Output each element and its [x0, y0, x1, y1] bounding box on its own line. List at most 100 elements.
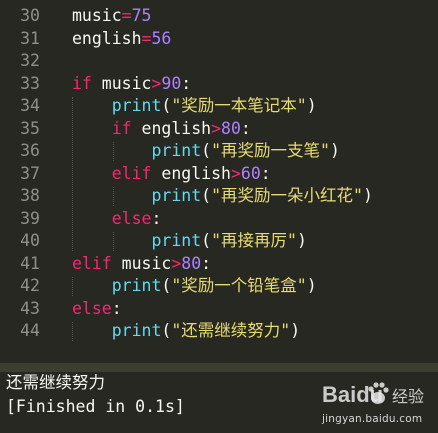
code-token: :: [111, 298, 122, 318]
line-number: 40: [20, 231, 40, 250]
code-token: "奖励一个铅笔盒": [171, 276, 307, 295]
code-text: if music>90:: [72, 73, 191, 95]
code-token: else: [111, 208, 152, 228]
line-number: 34: [20, 96, 40, 115]
code-line[interactable]: 31 english=56: [0, 28, 438, 50]
indent-guide: [72, 322, 73, 341]
code-line[interactable]: 33 if music>90:: [0, 73, 438, 95]
code-token: "再奖励一支笔": [211, 141, 330, 160]
code-text: elif english>60:: [72, 163, 271, 185]
code-token: 90: [161, 73, 182, 93]
watermark-label-text: 经验: [392, 387, 424, 406]
code-line[interactable]: 37 elif english>60:: [0, 163, 438, 185]
code-text: print("还需继续努力"): [72, 320, 300, 342]
code-line[interactable]: 38 print("再奖励一朵小红花"): [0, 185, 438, 207]
code-token: (: [201, 186, 212, 205]
line-number: 41: [20, 253, 40, 273]
code-text: print("奖励一个铅笔盒"): [72, 275, 317, 297]
code-line[interactable]: 41 elif music>80:: [0, 253, 438, 275]
code-token: (: [201, 231, 212, 250]
watermark-url: jingyan.baidu.com: [322, 413, 423, 425]
code-token: >: [211, 118, 222, 138]
code-line[interactable]: 39 else:: [0, 208, 438, 230]
baidu-logo-icon: Baidu 经验: [322, 382, 424, 407]
code-token: music: [111, 253, 172, 273]
code-token: 56: [151, 28, 172, 48]
code-editor[interactable]: 30 music=75 31 english=56 32 33 if music>90: 34…: [0, 0, 438, 363]
line-number: 33: [20, 73, 40, 93]
indent-guide: [72, 97, 73, 251]
code-line[interactable]: 36 print("再奖励一支笔"): [0, 140, 438, 162]
code-token: "奖励一本笔记本": [171, 96, 307, 115]
line-number: 42: [20, 276, 40, 295]
indent-guide: [113, 187, 114, 206]
code-token: 80: [181, 253, 202, 273]
line-number: 30: [20, 6, 40, 25]
line-number: 39: [20, 208, 40, 228]
code-token: ): [329, 141, 340, 160]
code-text: music=75: [72, 5, 151, 27]
line-number: 43: [20, 298, 40, 318]
code-token: :: [201, 253, 212, 273]
code-token: :: [260, 163, 271, 183]
code-token: print: [151, 141, 202, 160]
line-number: 44: [20, 321, 40, 340]
code-token: >: [230, 163, 241, 183]
code-token: (: [201, 141, 212, 160]
code-text: english=56: [72, 28, 171, 50]
code-token: english: [151, 163, 231, 183]
code-token: elif: [111, 163, 152, 183]
code-text: else:: [72, 208, 162, 230]
code-line[interactable]: 30 music=75: [0, 5, 438, 27]
baidu-jingyan-watermark: Baidu 经验 jingyan.baidu.com: [318, 376, 434, 430]
code-token: "再接再厉": [211, 231, 297, 250]
code-text: print("再接再厉"): [72, 230, 306, 252]
code-token: print: [111, 321, 162, 340]
code-text: if english>80:: [72, 118, 251, 140]
code-line[interactable]: 40 print("再接再厉"): [0, 230, 438, 252]
line-number: 32: [20, 51, 40, 70]
code-line[interactable]: 42 print("奖励一个铅笔盒"): [0, 275, 438, 297]
code-token: :: [181, 73, 192, 93]
indent-guide: [72, 277, 73, 296]
code-line[interactable]: 43 else:: [0, 298, 438, 320]
code-token: :: [151, 208, 162, 228]
code-text: elif music>80:: [72, 253, 211, 275]
indent-guide: [113, 142, 114, 161]
code-token: >: [151, 73, 162, 93]
code-token: if: [111, 118, 132, 138]
code-token: :: [240, 118, 251, 138]
code-token: music: [72, 6, 122, 25]
code-token: print: [111, 276, 162, 295]
code-line[interactable]: 32: [0, 50, 438, 72]
code-text: print("再奖励一朵小红花"): [72, 185, 372, 207]
code-token: music: [91, 73, 152, 93]
code-token: english: [131, 118, 212, 138]
code-token: "再奖励一朵小红花": [211, 186, 363, 205]
line-number: 37: [20, 163, 40, 183]
code-token: (: [161, 96, 172, 115]
code-line[interactable]: 34 print("奖励一本笔记本"): [0, 95, 438, 117]
code-line[interactable]: 35 if english>80:: [0, 118, 438, 140]
code-line[interactable]: 44 print("还需继续努力"): [0, 320, 438, 342]
console-output-line: 还需继续努力: [6, 373, 105, 392]
code-token: 60: [240, 163, 261, 183]
console-finished-line: [Finished in 0.1s]: [6, 397, 185, 416]
code-token: ): [306, 96, 317, 115]
code-text: print("奖励一本笔记本"): [72, 95, 317, 117]
code-token: print: [111, 96, 162, 115]
line-number: 35: [20, 118, 40, 138]
panel-divider[interactable]: [0, 363, 438, 372]
code-token: english: [72, 28, 142, 48]
code-token: if: [72, 73, 92, 93]
code-token: print: [151, 231, 202, 250]
